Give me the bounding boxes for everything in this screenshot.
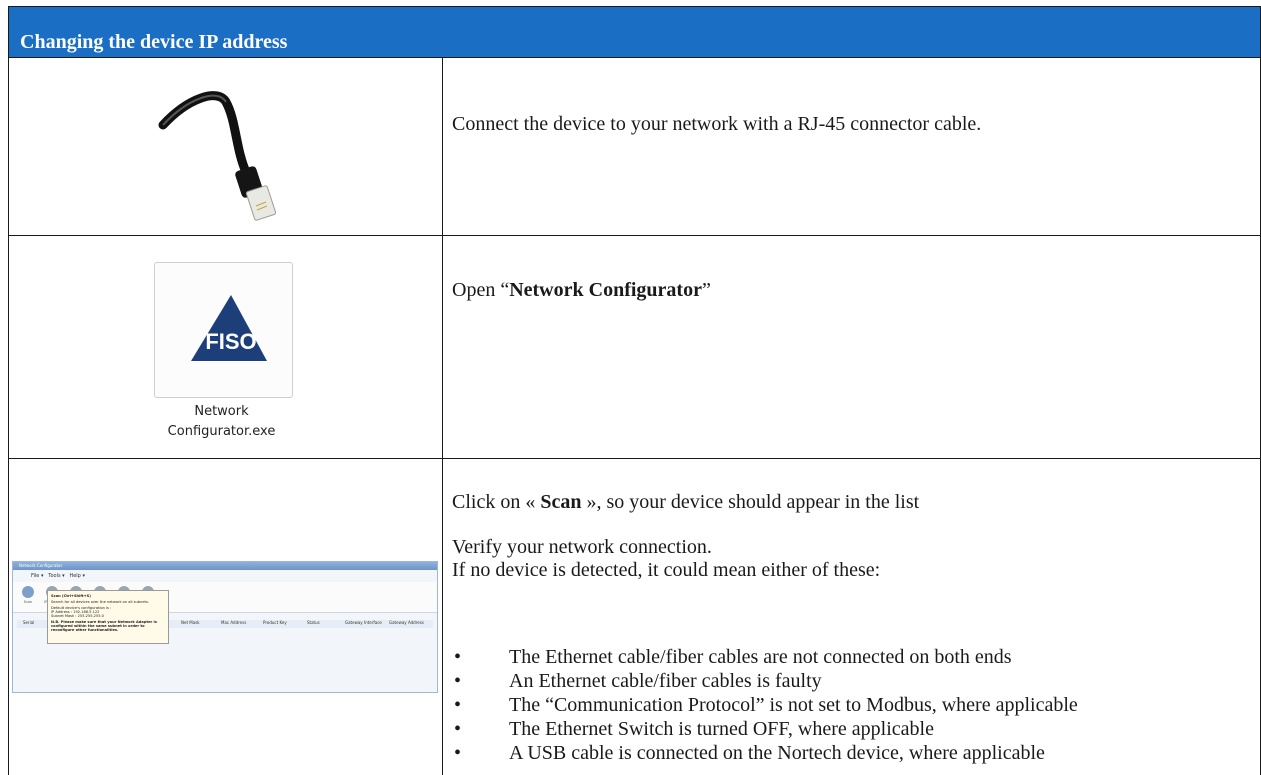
column-divider [442, 58, 443, 775]
step3-text: Click on « Scan », so your device should… [452, 491, 919, 582]
icon-frame: FISO [154, 262, 293, 398]
step1-text: Connect the device to your network with … [452, 113, 982, 135]
step3-line2: Verify your network connection. [452, 536, 712, 558]
rj45-cable-image [158, 91, 277, 221]
step2-suffix: ” [701, 279, 711, 301]
icon-label-line1: Network [194, 404, 249, 419]
mini-menu-tools: Tools [48, 573, 61, 579]
mini-menu-help: Help [69, 573, 81, 579]
logo-text: FISO [205, 329, 256, 354]
list-item: The Ethernet cable/fiber cables are not … [452, 645, 1078, 669]
row-divider-2 [8, 458, 1261, 459]
step2-text: Open “Network Configurator” [452, 279, 711, 302]
list-item: A USB cable is connected on the Nortech … [452, 741, 1078, 765]
step3-line3: If no device is detected, it could mean … [452, 559, 881, 581]
step2-bold: Network Configurator [509, 279, 702, 301]
table-title: Changing the device IP address [20, 31, 288, 53]
step3-line1: Click on « Scan », so your device should… [452, 491, 920, 513]
troubleshoot-list: The Ethernet cable/fiber cables are not … [452, 645, 1078, 765]
outer-left-border [8, 6, 9, 775]
fiso-logo-icon: FISO [191, 295, 267, 361]
mini-window-title: Network Configurator [19, 563, 63, 568]
mini-menu: File ▾ Tools ▾ Help ▾ [31, 573, 85, 579]
list-item: An Ethernet cable/fiber cables is faulty [452, 669, 1078, 693]
table-header: Changing the device IP address [8, 6, 1261, 58]
row-divider-1 [8, 235, 1261, 236]
network-configurator-screenshot: Network Configurator File ▾ Tools ▾ Help… [12, 561, 438, 693]
network-configurator-icon[interactable]: FISO Network Configurator.exe [150, 262, 293, 452]
step2-prefix: Open “ [452, 279, 510, 301]
list-item: The Ethernet Switch is turned OFF, where… [452, 717, 1078, 741]
list-item: The “Communication Protocol” is not set … [452, 693, 1078, 717]
mini-scan-tool: Scan [19, 586, 37, 608]
mini-scan-tooltip: Scan (Ctrl+Shift+S) Search for all devic… [47, 590, 169, 644]
mini-menu-file: File [31, 573, 40, 579]
icon-label-line2: Configurator.exe [167, 424, 276, 439]
